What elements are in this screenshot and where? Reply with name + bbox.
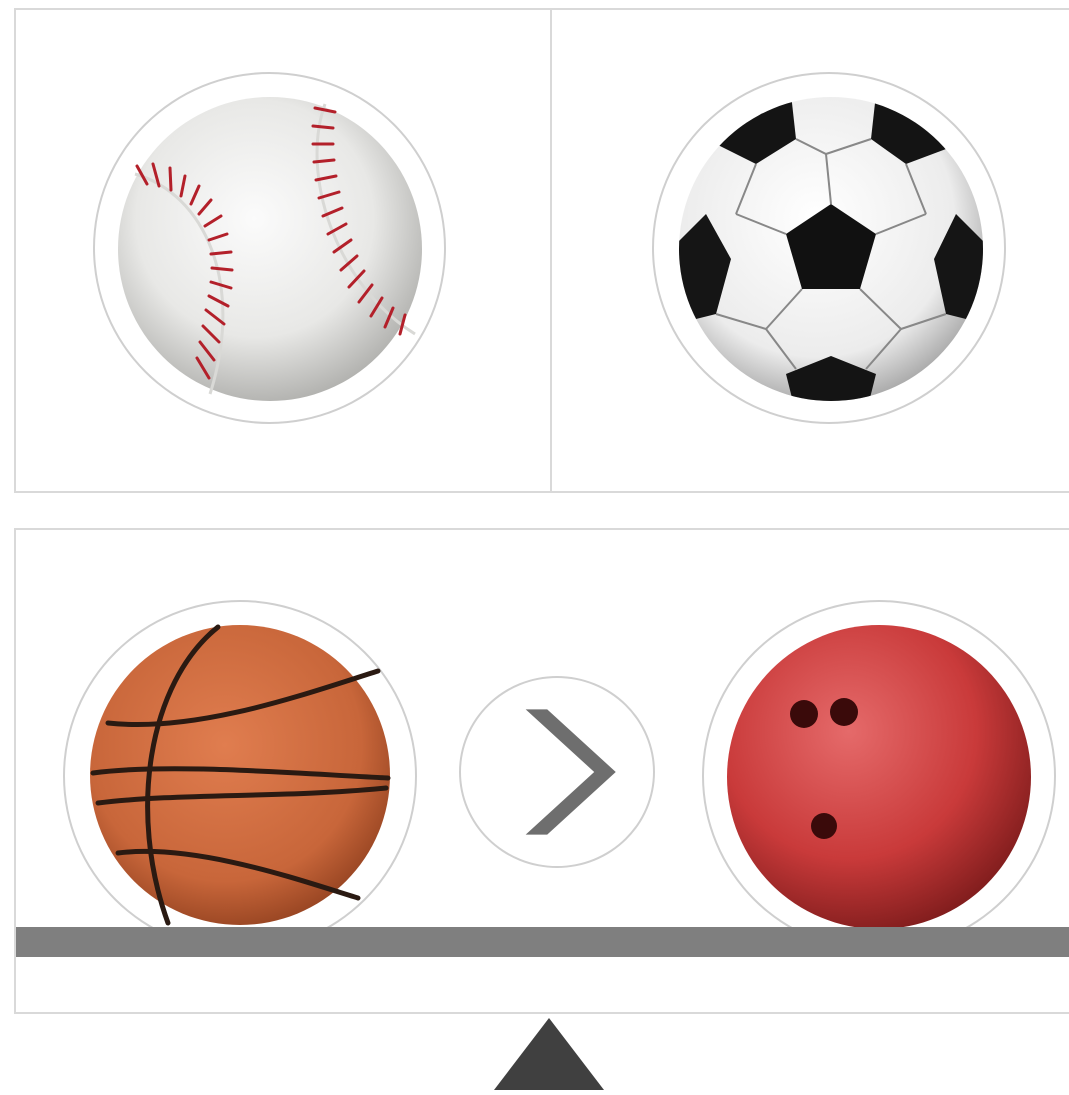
balance-panel (14, 528, 1069, 1014)
soccer-ball-image[interactable] (676, 94, 986, 404)
top-panel (14, 8, 1069, 493)
bowling-ball-image[interactable] (724, 622, 1034, 932)
balance-beam (16, 927, 1069, 957)
baseball-image[interactable] (115, 94, 425, 404)
greater-than-chevron-icon (525, 709, 616, 835)
basketball-image[interactable] (88, 623, 392, 927)
triangle-fulcrum-icon (494, 1018, 604, 1090)
panel-divider (550, 10, 552, 491)
comparison-circle (459, 676, 655, 868)
sports-balls-comparison-stage (0, 0, 1069, 1095)
